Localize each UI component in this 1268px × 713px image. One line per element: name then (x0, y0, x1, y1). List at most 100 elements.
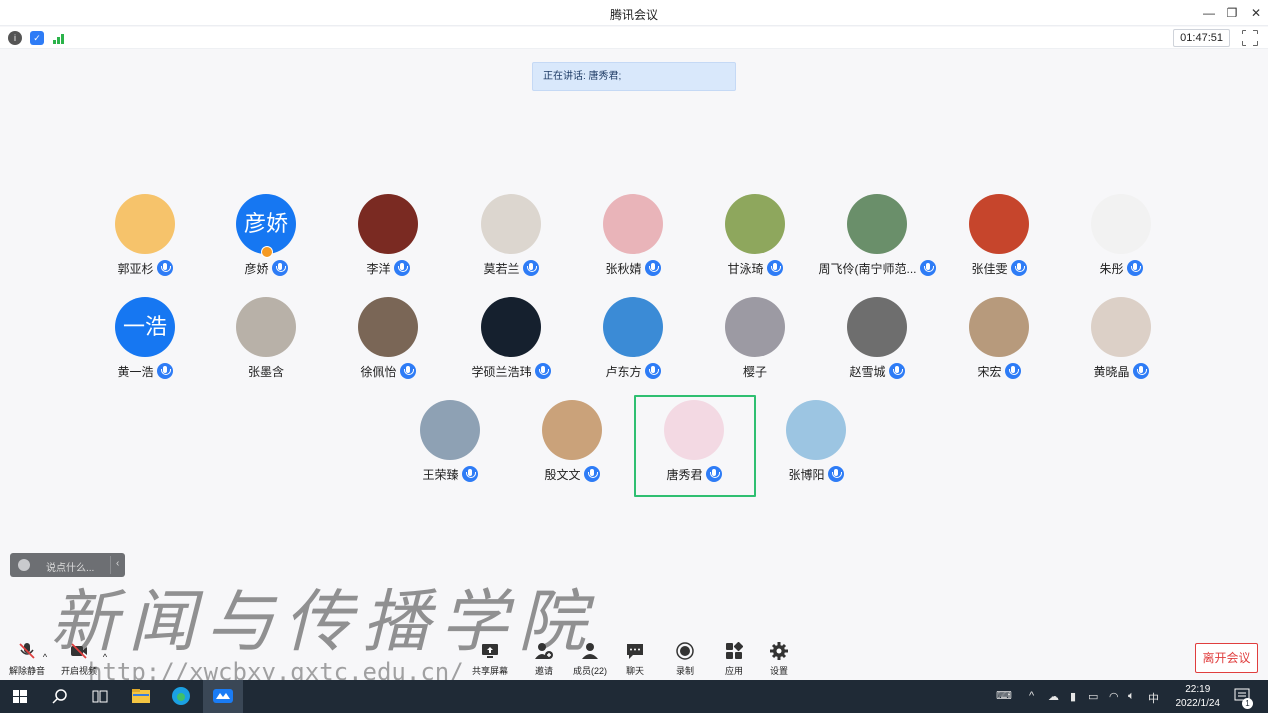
participant-tile[interactable]: 张博阳 (756, 400, 876, 500)
video-options-chevron-icon[interactable]: ^ (98, 652, 112, 662)
wifi-icon[interactable]: ◠ (1109, 690, 1119, 703)
minimize-button[interactable]: — (1200, 4, 1218, 22)
avatar (236, 297, 296, 357)
participant-tile[interactable]: 黄晓晶 (1061, 297, 1181, 397)
info-icon[interactable]: i (8, 31, 22, 45)
microphone-icon (461, 466, 478, 482)
settings-button[interactable]: 设置 (754, 642, 804, 677)
participant-name-row: 徐佩怡 (328, 363, 448, 380)
participant-tile[interactable]: 甘泳琦 (695, 194, 815, 294)
participant-name-row: 赵雪城 (817, 363, 937, 380)
participant-tile[interactable]: 彦娇 彦娇 (206, 194, 326, 294)
participant-tile[interactable]: 殷文文 (512, 400, 632, 500)
participant-name-row: 黄晓晶 (1061, 363, 1181, 380)
video-button[interactable]: 开启视频 (54, 642, 104, 677)
task-view-icon[interactable] (80, 680, 120, 713)
fullscreen-icon[interactable] (1241, 29, 1258, 46)
restore-button[interactable]: ❐ (1223, 4, 1241, 22)
members-button[interactable]: 成员(22) (565, 642, 615, 677)
participant-name: 郭亚杉 (117, 262, 154, 276)
participant-tile[interactable]: 徐佩怡 (328, 297, 448, 397)
participant-name: 周飞伶(南宁师范... (818, 262, 917, 276)
microphone-icon (644, 260, 661, 276)
input-method-indicator[interactable]: 中 (1148, 690, 1159, 706)
cloud-icon[interactable]: ☁ (1048, 690, 1059, 703)
microphone-tray-icon[interactable]: ▮ (1070, 690, 1076, 703)
invite-button[interactable]: 邀请 (519, 642, 569, 677)
close-button[interactable]: ✕ (1247, 4, 1265, 22)
participant-name: 张佳雯 (971, 262, 1008, 276)
participant-tile[interactable]: 李洋 (328, 194, 448, 294)
microphone-icon (919, 260, 936, 276)
system-clock[interactable]: 22:19 2022/1/24 (1176, 683, 1221, 711)
participant-tile[interactable]: 郭亚杉 (85, 194, 205, 294)
microphone-icon (827, 466, 844, 482)
participant-name-row: 莫若兰 (451, 260, 571, 277)
microphone-icon (644, 363, 661, 379)
participant-tile[interactable]: 王荣臻 (390, 400, 510, 500)
participant-name: 张秋婧 (605, 262, 642, 276)
participant-tile[interactable]: 张佳雯 (939, 194, 1059, 294)
participant-name: 赵雪城 (849, 365, 886, 379)
participant-tile[interactable]: 一浩 黄一浩 (85, 297, 205, 397)
title-bar: 腾讯会议 — ❐ ✕ (0, 0, 1268, 26)
participant-name-row: 宋宏 (939, 363, 1059, 380)
microphone-icon (522, 260, 539, 276)
participant-name: 甘泳琦 (727, 262, 764, 276)
participant-name: 黄晓晶 (1093, 365, 1130, 379)
participant-tile[interactable]: 莫若兰 (451, 194, 571, 294)
share-screen-button[interactable]: 共享屏幕 (465, 642, 515, 677)
start-button[interactable] (0, 680, 40, 713)
participant-tile[interactable]: 周飞伶(南宁师范... (817, 194, 937, 294)
participant-name-row: 张墨含 (206, 363, 326, 380)
participant-tile[interactable]: 卢东方 (573, 297, 693, 397)
microphone-icon (271, 260, 288, 276)
shield-icon[interactable]: ✓ (30, 31, 44, 45)
participant-tile[interactable]: 学硕兰浩玮 (451, 297, 571, 397)
signal-icon[interactable] (52, 31, 66, 45)
participant-name-row: 王荣臻 (390, 466, 510, 483)
participant-tile[interactable]: 樱子 (695, 297, 815, 397)
microphone-icon (583, 466, 600, 482)
avatar: 彦娇 (236, 194, 296, 254)
participant-tile[interactable]: 张秋婧 (573, 194, 693, 294)
participant-tile[interactable]: 唐秀君 (634, 400, 754, 500)
participant-tile[interactable]: 赵雪城 (817, 297, 937, 397)
avatar (542, 400, 602, 460)
chat-button[interactable]: 聊天 (610, 642, 660, 677)
participant-name: 张博阳 (788, 468, 825, 482)
participant-name: 徐佩怡 (360, 365, 397, 379)
search-icon[interactable] (40, 680, 80, 713)
microphone-icon (1004, 363, 1021, 379)
volume-icon[interactable]: 🔈︎ (1128, 690, 1135, 703)
apps-button[interactable]: 应用 (709, 641, 759, 677)
participant-tile[interactable]: 朱彤 (1061, 194, 1181, 294)
microphone-icon (399, 363, 416, 379)
participant-name: 莫若兰 (483, 262, 520, 276)
leave-meeting-button[interactable]: 离开会议 (1195, 643, 1258, 673)
avatar (725, 297, 785, 357)
avatar (847, 194, 907, 254)
participant-name: 张墨含 (247, 365, 284, 379)
participant-name-row: 彦娇 (206, 260, 326, 277)
audio-options-chevron-icon[interactable]: ^ (38, 652, 52, 662)
avatar (358, 194, 418, 254)
show-hidden-icons-icon[interactable]: ^ (1029, 690, 1034, 702)
participant-name: 殷文文 (544, 468, 581, 482)
participant-tile[interactable]: 张墨含 (206, 297, 326, 397)
battery-icon[interactable]: ▭ (1088, 690, 1098, 703)
screen-keyboard-icon[interactable]: ⌨ (996, 689, 1012, 702)
tencent-meeting-taskbar-icon[interactable] (203, 680, 243, 713)
microphone-icon (393, 260, 410, 276)
edge-browser-icon[interactable] (161, 680, 201, 713)
microphone-icon (1010, 260, 1027, 276)
record-button[interactable]: 录制 (660, 642, 710, 677)
participant-name: 卢东方 (605, 365, 642, 379)
participant-name: 彦娇 (244, 262, 269, 276)
participant-name: 王荣臻 (422, 468, 459, 482)
emoji-icon[interactable] (18, 559, 30, 571)
file-explorer-icon[interactable] (121, 680, 161, 713)
participant-tile[interactable]: 宋宏 (939, 297, 1059, 397)
microphone-icon (766, 260, 783, 276)
avatar (786, 400, 846, 460)
